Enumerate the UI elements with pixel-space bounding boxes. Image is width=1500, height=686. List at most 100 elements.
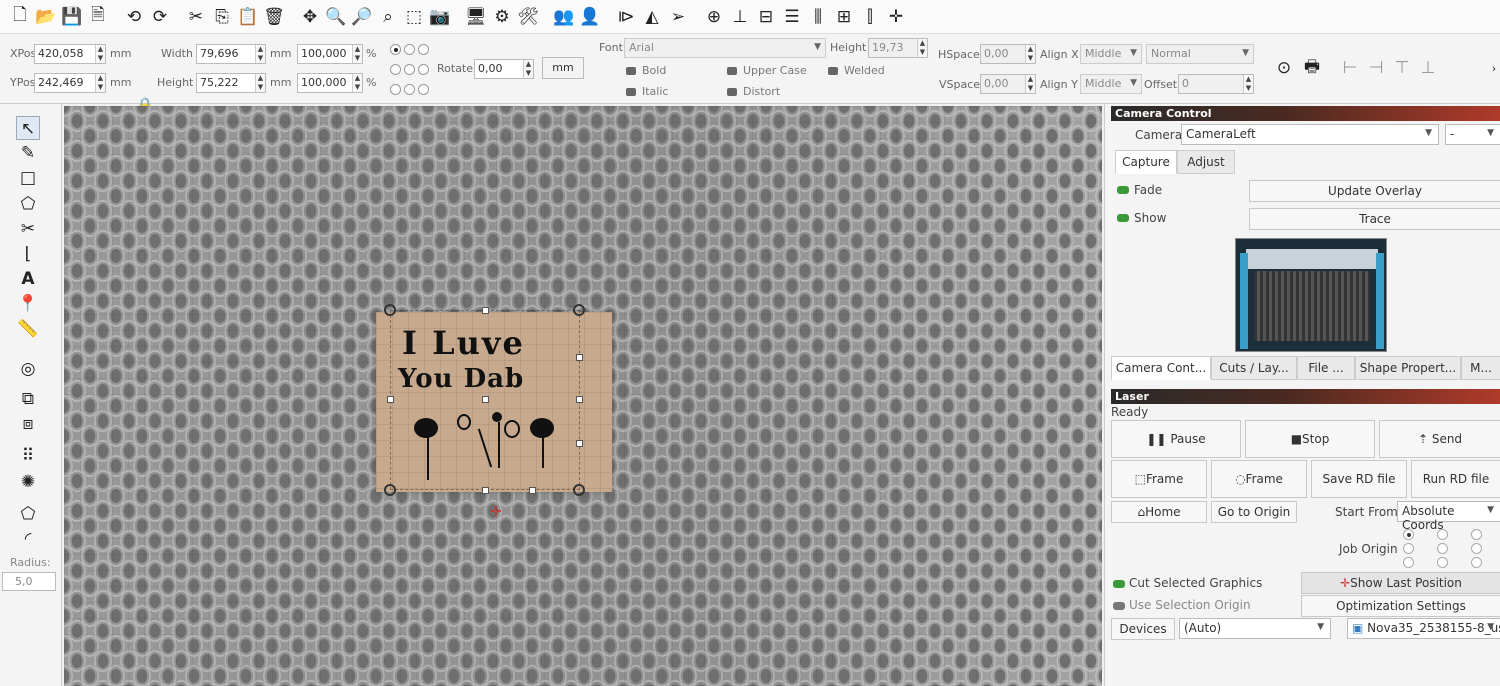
spin-arrows-icon[interactable]: ▲ ▼ [95, 45, 105, 63]
save-rd-button[interactable]: Save RD file [1311, 460, 1407, 498]
open-folder-icon[interactable]: 📂 [34, 5, 58, 29]
zoom-out-icon[interactable]: 🔎 [350, 5, 374, 29]
mirror-h-icon[interactable]: ⧐ [614, 5, 638, 29]
spin-arrows-icon[interactable]: ▲ ▼ [1243, 75, 1253, 93]
show-last-position-button[interactable]: ✛Show Last Position [1301, 572, 1500, 594]
align-x-select[interactable]: Middle ▼ [1080, 44, 1142, 64]
width-percent-field[interactable]: 100,000 ▲ ▼ [297, 44, 363, 64]
text-style-select[interactable]: Normal ▼ [1146, 44, 1254, 64]
workspace-canvas[interactable]: I Luve You Dab ✛ [64, 106, 1102, 686]
offset-tool-icon[interactable]: ◎ [16, 357, 40, 381]
tab-cuts-layers[interactable]: Cuts / Lay... [1211, 356, 1297, 380]
align-icon[interactable]: ⊥ [728, 5, 752, 29]
spin-arrows-icon[interactable]: ▲ ▼ [523, 60, 533, 78]
rotate-handle[interactable] [384, 484, 396, 496]
save-icon[interactable]: 💾 [60, 5, 84, 29]
fillet-tool-icon[interactable]: ◜ [16, 527, 40, 551]
monitor-icon[interactable]: 🖥 [464, 5, 488, 29]
chevron-right-icon[interactable]: › [1482, 56, 1500, 80]
tab-camera-control[interactable]: Camera Cont... [1111, 356, 1211, 380]
zoom-fit-icon[interactable]: ⌕ [376, 5, 400, 29]
user-icon[interactable]: 👤 [578, 5, 602, 29]
camera-select[interactable]: CameraLeft ▼ [1181, 124, 1439, 145]
camera-view-icon[interactable]: ⊙ [1272, 56, 1296, 80]
height-field[interactable]: 75,222 ▲ ▼ [196, 73, 266, 93]
origin-radio[interactable] [418, 64, 429, 75]
align-2-icon[interactable]: ⊟ [754, 5, 778, 29]
upper-case-checkbox[interactable]: Upper Case [727, 64, 807, 77]
grid-array-icon[interactable]: ⠿ [16, 444, 40, 468]
tab-shape-properties[interactable]: Shape Propert... [1355, 356, 1461, 380]
spin-arrows-icon[interactable]: ▲ ▼ [255, 45, 265, 63]
units-button[interactable]: mm [542, 57, 584, 79]
rectangle-tool-icon[interactable]: □ [16, 166, 40, 190]
group-icon[interactable]: 👥 [552, 5, 576, 29]
device-name-select[interactable]: ▣ Nova35_2538155-8_usb ▼ [1347, 618, 1500, 639]
spin-arrows-icon[interactable]: ▲ ▼ [255, 74, 265, 92]
devices-select[interactable]: (Auto) ▼ [1179, 618, 1331, 639]
align-bottom-icon[interactable]: ⊥ [1416, 56, 1440, 80]
spin-arrows-icon[interactable]: ▲ ▼ [352, 74, 362, 92]
vspace-field[interactable]: 0,00 ▲ ▼ [980, 74, 1036, 94]
go-to-origin-button[interactable]: Go to Origin [1211, 501, 1297, 523]
job-origin-radio[interactable] [1437, 529, 1448, 540]
position-tool-icon[interactable]: 📍 [16, 292, 40, 316]
italic-checkbox[interactable]: Italic [626, 85, 668, 98]
align-left-icon[interactable]: ⊢ [1338, 56, 1362, 80]
ruler-tool-icon[interactable]: 📏 [16, 317, 40, 341]
printer-icon[interactable]: 🖶 [1300, 56, 1324, 80]
rotate-handle[interactable] [573, 304, 585, 316]
origin-radio[interactable] [404, 44, 415, 55]
job-origin-radio[interactable] [1471, 543, 1482, 554]
run-rd-button[interactable]: Run RD file [1411, 460, 1500, 498]
resize-handle[interactable] [576, 440, 583, 447]
height-percent-field[interactable]: 100,000 ▲ ▼ [297, 73, 363, 93]
origin-radio[interactable] [404, 84, 415, 95]
job-origin-radio[interactable] [1403, 543, 1414, 554]
send-icon[interactable]: ➢ [666, 5, 690, 29]
pen-tool-icon[interactable]: ✎ [16, 141, 40, 165]
resize-handle[interactable] [482, 307, 489, 314]
rotate-handle[interactable] [573, 484, 585, 496]
send-button[interactable]: ⇡ Send [1379, 420, 1500, 458]
tools-icon[interactable]: 🛠 [516, 5, 540, 29]
job-origin-radio[interactable] [1403, 529, 1414, 540]
boolean-union-icon[interactable]: ⧉ [16, 387, 40, 411]
resize-handle[interactable] [576, 354, 583, 361]
stop-button[interactable]: ■Stop [1245, 420, 1375, 458]
origin-radio[interactable] [390, 44, 401, 55]
camera-icon[interactable]: 📷 [428, 5, 452, 29]
target-icon[interactable]: ⊕ [702, 5, 726, 29]
origin-radio[interactable] [404, 64, 415, 75]
scissors-tool-icon[interactable]: ✂ [16, 217, 40, 241]
update-overlay-button[interactable]: Update Overlay [1249, 180, 1500, 202]
pause-button[interactable]: ❚❚ Pause [1111, 420, 1241, 458]
start-from-select[interactable]: Absolute Coords ▼ [1397, 501, 1500, 532]
resize-handle[interactable] [529, 487, 536, 494]
resize-handle[interactable] [387, 396, 394, 403]
measure-tool-icon[interactable]: ⌊ [16, 242, 40, 266]
xpos-field[interactable]: 420,058 ▲ ▼ [34, 44, 106, 64]
distribute-icon[interactable]: ⊞ [832, 5, 856, 29]
font-height-field[interactable]: 19,73 ▲ ▼ [868, 38, 928, 58]
distort-checkbox[interactable]: Distort [727, 85, 780, 98]
corner-tool-icon[interactable]: ⬠ [16, 502, 40, 526]
settings-icon[interactable]: ⚙ [490, 5, 514, 29]
delete-icon[interactable]: 🗑 [262, 5, 286, 29]
circular-array-icon[interactable]: ✺ [16, 470, 40, 494]
spin-arrows-icon[interactable]: ▲ ▼ [1025, 45, 1035, 63]
tab-file[interactable]: File ... [1297, 356, 1355, 380]
job-origin-radio[interactable] [1437, 543, 1448, 554]
trace-button[interactable]: Trace [1249, 208, 1500, 230]
spin-arrows-icon[interactable]: ▲ ▼ [917, 39, 927, 57]
origin-selector[interactable] [390, 42, 432, 98]
job-origin-radio[interactable] [1471, 557, 1482, 568]
devices-button[interactable]: Devices [1111, 618, 1175, 640]
job-origin-radio[interactable] [1471, 529, 1482, 540]
align-top-icon[interactable]: ⊤ [1390, 56, 1414, 80]
polygon-tool-icon[interactable]: ⬠ [16, 192, 40, 216]
use-selection-origin-toggle-icon[interactable] [1113, 602, 1125, 610]
spin-arrows-icon[interactable]: ▲ ▼ [1025, 75, 1035, 93]
rotate-handle[interactable] [384, 304, 396, 316]
offset-field[interactable]: 0 ▲ ▼ [1178, 74, 1254, 94]
